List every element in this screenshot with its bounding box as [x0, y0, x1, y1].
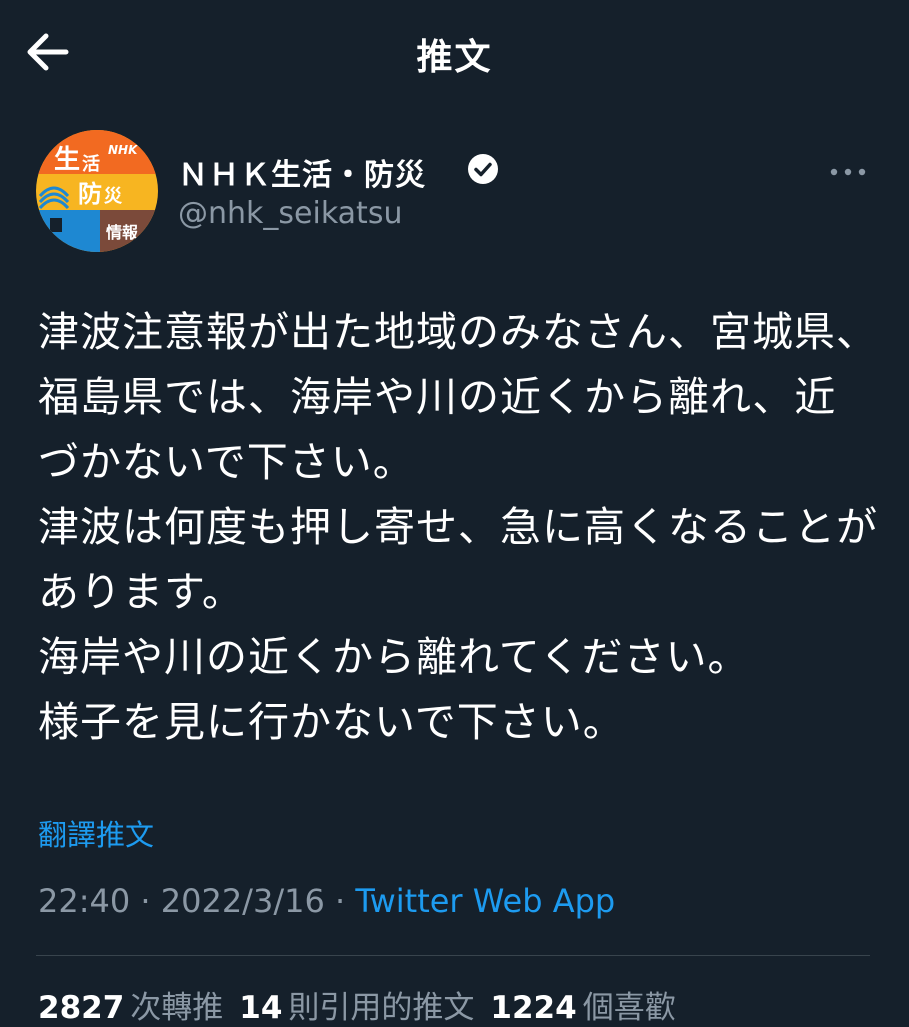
engagement-stats: 2827 次轉推 14 則引用的推文 1224 個喜歡 [38, 982, 692, 1027]
avatar-line-2: 防 [78, 180, 102, 208]
svg-text:活: 活 [82, 153, 100, 175]
more-horizontal-icon [830, 168, 866, 176]
quotes-count: 14 [239, 990, 283, 1026]
translate-tweet-link[interactable]: 翻譯推文 [38, 812, 154, 854]
meta-separator: · [140, 882, 151, 920]
avatar-line-1: 生 [54, 145, 80, 175]
more-options-button[interactable] [828, 162, 868, 182]
likes-count: 1224 [490, 990, 577, 1026]
nhk-logo-avatar: 生 活 NHK 防 災 情報 [36, 130, 158, 252]
svg-text:災: 災 [104, 186, 123, 207]
tweet-text: 津波注意報が出た地域のみなさん、宮城県、福島県では、海岸や川の近くから離れ、近づ… [38, 308, 878, 746]
author-handle[interactable]: @nhk_seikatsu [178, 196, 402, 231]
quotes-stat[interactable]: 14 則引用的推文 [239, 990, 490, 1026]
avatar[interactable]: 生 活 NHK 防 災 情報 [36, 130, 158, 252]
tweet-source[interactable]: Twitter Web App [355, 882, 615, 920]
top-bar: 推文 [0, 0, 909, 100]
author-display-name[interactable]: ＮＨＫ生活・防災 [178, 150, 426, 194]
tweet-author: 生 活 NHK 防 災 情報 ＮＨＫ生活・防災 @nhk_seikatsu [36, 128, 876, 258]
verified-badge-icon [468, 154, 498, 184]
retweets-stat[interactable]: 2827 次轉推 [38, 990, 239, 1026]
retweets-label: 次轉推 [130, 990, 224, 1026]
avatar-line-3: 情報 [106, 223, 139, 242]
meta-separator: · [334, 882, 346, 920]
tweet-date[interactable]: 2022/3/16 [161, 882, 325, 920]
quotes-label: 則引用的推文 [288, 990, 475, 1026]
retweets-count: 2827 [38, 990, 125, 1026]
page-title: 推文 [416, 37, 493, 78]
avatar-brand: NHK [108, 143, 139, 157]
divider [36, 955, 870, 956]
likes-label: 個喜歡 [582, 990, 676, 1026]
tweet-time[interactable]: 22:40 [38, 882, 130, 920]
verified-badge [466, 152, 500, 186]
likes-stat[interactable]: 1224 個喜歡 [490, 990, 691, 1026]
tweet-metadata: 22:40 · 2022/3/16 · Twitter Web App [38, 882, 615, 920]
